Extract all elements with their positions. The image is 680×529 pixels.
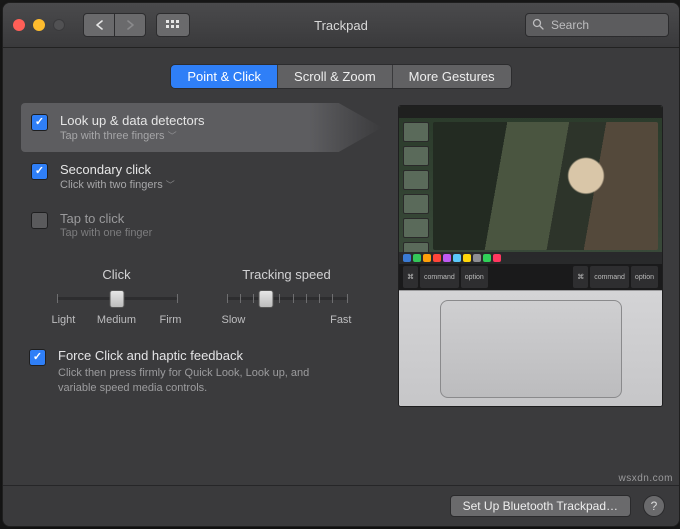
search-field[interactable] <box>525 13 669 37</box>
force-click-row: Force Click and haptic feedback Click th… <box>21 348 382 396</box>
help-button[interactable]: ? <box>643 495 665 517</box>
click-slider[interactable] <box>57 288 177 308</box>
search-icon <box>532 18 544 33</box>
preview-trackpad-area <box>399 290 662 406</box>
secondary-click-title: Secondary click <box>60 162 175 177</box>
toolbar: Trackpad <box>3 3 679 48</box>
preview-screen <box>399 106 662 264</box>
trackpad-preferences-window: Trackpad Point & Click Scroll & Zoom Mor… <box>2 2 680 527</box>
option-secondary-click[interactable]: Secondary click Click with two fingers ﹀ <box>21 152 382 201</box>
forward-button[interactable] <box>115 13 146 37</box>
nav-buttons <box>83 13 146 37</box>
force-click-checkbox[interactable] <box>29 349 46 366</box>
tab-scroll-and-zoom[interactable]: Scroll & Zoom <box>278 65 393 88</box>
back-button[interactable] <box>83 13 115 37</box>
lookup-title: Look up & data detectors <box>60 113 205 128</box>
force-click-title: Force Click and haptic feedback <box>58 348 328 363</box>
show-all-button[interactable] <box>156 13 190 37</box>
preview-column: ⌘commandoption ⌘commandoption <box>398 103 661 473</box>
click-slider-block: Click Light Medium Firm <box>52 267 182 326</box>
search-input[interactable] <box>549 17 662 33</box>
lookup-subtitle-dropdown[interactable]: Tap with three fingers ﹀ <box>60 129 205 142</box>
close-window-button[interactable] <box>13 19 25 31</box>
preview-keyboard-row: ⌘commandoption ⌘commandoption <box>399 264 662 290</box>
tap-to-click-subtitle: Tap with one finger <box>60 227 152 239</box>
sliders-row: Click Light Medium Firm Tr <box>21 267 382 326</box>
click-slider-knob[interactable] <box>109 290 124 308</box>
tab-more-gestures[interactable]: More Gestures <box>393 65 511 88</box>
content-area: Look up & data detectors Tap with three … <box>3 103 679 485</box>
option-lookup[interactable]: Look up & data detectors Tap with three … <box>21 103 382 152</box>
preview-trackpad <box>440 300 622 398</box>
tap-to-click-checkbox[interactable] <box>31 212 48 229</box>
lookup-checkbox[interactable] <box>31 114 48 131</box>
tracking-slider-label: Tracking speed <box>242 267 330 282</box>
minimize-window-button[interactable] <box>33 19 45 31</box>
setup-bluetooth-trackpad-button[interactable]: Set Up Bluetooth Trackpad… <box>450 495 631 517</box>
tracking-speed-slider[interactable] <box>227 288 347 308</box>
tab-point-and-click[interactable]: Point & Click <box>171 65 278 88</box>
click-slider-ticks: Light Medium Firm <box>52 314 182 326</box>
tracking-slider-block: Tracking speed Slow Fast <box>222 267 352 326</box>
secondary-click-subtitle-dropdown[interactable]: Click with two fingers ﹀ <box>60 178 175 191</box>
force-click-description: Click then press firmly for Quick Look, … <box>58 366 328 396</box>
click-slider-label: Click <box>102 267 130 282</box>
tracking-slider-knob[interactable] <box>259 290 274 308</box>
tab-bar: Point & Click Scroll & Zoom More Gesture… <box>3 64 679 89</box>
options-column: Look up & data detectors Tap with three … <box>21 103 382 473</box>
option-tap-to-click[interactable]: Tap to click Tap with one finger <box>21 201 382 249</box>
chevron-down-icon: ﹀ <box>168 129 177 142</box>
zoom-window-button[interactable] <box>53 19 65 31</box>
tap-to-click-title: Tap to click <box>60 211 152 226</box>
gesture-preview: ⌘commandoption ⌘commandoption <box>398 105 663 407</box>
footer: Set Up Bluetooth Trackpad… ? <box>3 485 679 526</box>
chevron-down-icon: ﹀ <box>166 178 175 191</box>
tracking-slider-ticks: Slow Fast <box>222 314 352 326</box>
window-controls <box>13 19 65 31</box>
secondary-click-checkbox[interactable] <box>31 163 48 180</box>
